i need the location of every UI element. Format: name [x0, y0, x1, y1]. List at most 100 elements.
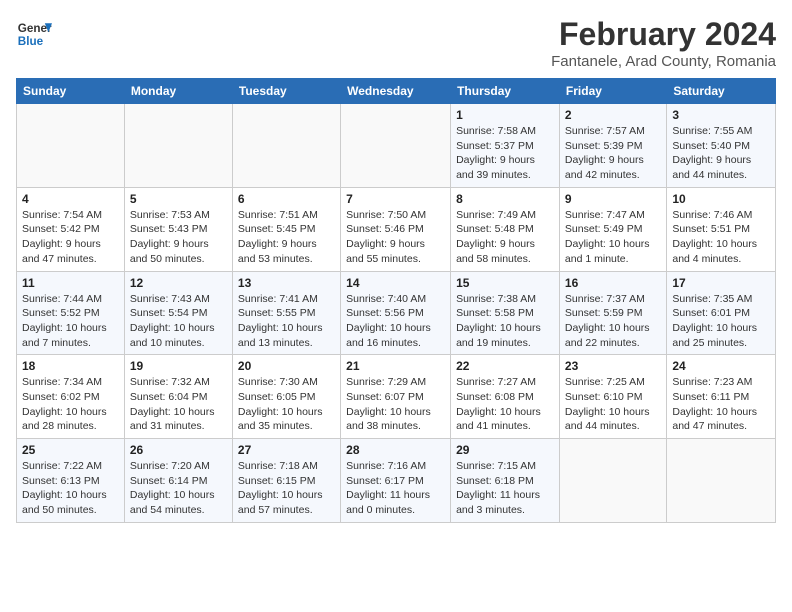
day-number: 18 [22, 359, 119, 373]
day-info: Sunrise: 7:27 AM Sunset: 6:08 PM Dayligh… [456, 375, 554, 434]
calendar-body: 1 Sunrise: 7:58 AM Sunset: 5:37 PM Daylig… [17, 104, 776, 523]
calendar-cell: 10Sunrise: 7:46 AM Sunset: 5:51 PM Dayli… [667, 187, 776, 271]
day-number: 29 [456, 443, 554, 457]
day-info: Sunrise: 7:29 AM Sunset: 6:07 PM Dayligh… [346, 375, 445, 434]
day-number: 15 [456, 276, 554, 290]
calendar-cell: 24Sunrise: 7:23 AM Sunset: 6:11 PM Dayli… [667, 355, 776, 439]
day-number: 5 [130, 192, 227, 206]
weekday-header: Tuesday [232, 79, 340, 104]
day-info: Sunrise: 7:32 AM Sunset: 6:04 PM Dayligh… [130, 375, 227, 434]
calendar-cell [559, 439, 666, 523]
calendar-cell: 19 Sunrise: 7:32 AM Sunset: 6:04 PM Dayli… [124, 355, 232, 439]
day-info: Sunrise: 7:58 AM Sunset: 5:37 PM Dayligh… [456, 124, 554, 183]
day-info: Sunrise: 7:51 AM Sunset: 5:45 PM Dayligh… [238, 208, 335, 267]
day-number: 1 [456, 108, 554, 122]
header: General Blue February 2024 Fantanele, Ar… [16, 16, 776, 70]
calendar-table: SundayMondayTuesdayWednesdayThursdayFrid… [16, 78, 776, 523]
calendar-cell [124, 104, 232, 188]
day-info: Sunrise: 7:34 AM Sunset: 6:02 PM Dayligh… [22, 375, 119, 434]
day-number: 11 [22, 276, 119, 290]
day-info: Sunrise: 7:54 AM Sunset: 5:42 PM Dayligh… [22, 208, 119, 267]
day-info: Sunrise: 7:49 AM Sunset: 5:48 PM Dayligh… [456, 208, 554, 267]
calendar-week-row: 25 Sunrise: 7:22 AM Sunset: 6:13 PM Dayli… [17, 439, 776, 523]
day-number: 25 [22, 443, 119, 457]
day-number: 22 [456, 359, 554, 373]
calendar-cell: 9 Sunrise: 7:47 AM Sunset: 5:49 PM Daylig… [559, 187, 666, 271]
weekday-header: Thursday [451, 79, 560, 104]
calendar-cell: 14Sunrise: 7:40 AM Sunset: 5:56 PM Dayli… [341, 271, 451, 355]
day-number: 3 [672, 108, 770, 122]
calendar-cell [232, 104, 340, 188]
calendar-cell: 22 Sunrise: 7:27 AM Sunset: 6:08 PM Dayli… [451, 355, 560, 439]
weekday-header: Wednesday [341, 79, 451, 104]
day-info: Sunrise: 7:43 AM Sunset: 5:54 PM Dayligh… [130, 292, 227, 351]
calendar-cell: 26Sunrise: 7:20 AM Sunset: 6:14 PM Dayli… [124, 439, 232, 523]
day-info: Sunrise: 7:57 AM Sunset: 5:39 PM Dayligh… [565, 124, 661, 183]
day-number: 7 [346, 192, 445, 206]
day-number: 12 [130, 276, 227, 290]
calendar-header: SundayMondayTuesdayWednesdayThursdayFrid… [17, 79, 776, 104]
day-number: 28 [346, 443, 445, 457]
weekday-header: Saturday [667, 79, 776, 104]
day-info: Sunrise: 7:25 AM Sunset: 6:10 PM Dayligh… [565, 375, 661, 434]
day-info: Sunrise: 7:30 AM Sunset: 6:05 PM Dayligh… [238, 375, 335, 434]
day-number: 9 [565, 192, 661, 206]
day-info: Sunrise: 7:50 AM Sunset: 5:46 PM Dayligh… [346, 208, 445, 267]
calendar-cell [667, 439, 776, 523]
day-number: 8 [456, 192, 554, 206]
calendar-week-row: 11 Sunrise: 7:44 AM Sunset: 5:52 PM Dayli… [17, 271, 776, 355]
calendar-cell [17, 104, 125, 188]
calendar-cell: 3Sunrise: 7:55 AM Sunset: 5:40 PM Daylig… [667, 104, 776, 188]
calendar-cell: 7 Sunrise: 7:50 AM Sunset: 5:46 PM Daylig… [341, 187, 451, 271]
logo-icon: General Blue [16, 16, 52, 52]
calendar-week-row: 1 Sunrise: 7:58 AM Sunset: 5:37 PM Daylig… [17, 104, 776, 188]
svg-text:Blue: Blue [18, 35, 44, 48]
calendar-week-row: 18 Sunrise: 7:34 AM Sunset: 6:02 PM Dayli… [17, 355, 776, 439]
page-title: February 2024 [551, 16, 776, 53]
day-info: Sunrise: 7:47 AM Sunset: 5:49 PM Dayligh… [565, 208, 661, 267]
weekday-header: Sunday [17, 79, 125, 104]
calendar-cell: 2Sunrise: 7:57 AM Sunset: 5:39 PM Daylig… [559, 104, 666, 188]
day-info: Sunrise: 7:41 AM Sunset: 5:55 PM Dayligh… [238, 292, 335, 351]
day-number: 17 [672, 276, 770, 290]
day-number: 19 [130, 359, 227, 373]
day-info: Sunrise: 7:53 AM Sunset: 5:43 PM Dayligh… [130, 208, 227, 267]
calendar-cell: 25 Sunrise: 7:22 AM Sunset: 6:13 PM Dayli… [17, 439, 125, 523]
day-info: Sunrise: 7:23 AM Sunset: 6:11 PM Dayligh… [672, 375, 770, 434]
calendar-cell: 23 Sunrise: 7:25 AM Sunset: 6:10 PM Dayli… [559, 355, 666, 439]
day-number: 13 [238, 276, 335, 290]
calendar-cell [341, 104, 451, 188]
calendar-week-row: 4Sunrise: 7:54 AM Sunset: 5:42 PM Daylig… [17, 187, 776, 271]
calendar-cell: 17Sunrise: 7:35 AM Sunset: 6:01 PM Dayli… [667, 271, 776, 355]
weekday-row: SundayMondayTuesdayWednesdayThursdayFrid… [17, 79, 776, 104]
page-subtitle: Fantanele, Arad County, Romania [551, 53, 776, 70]
calendar-cell: 27Sunrise: 7:18 AM Sunset: 6:15 PM Dayli… [232, 439, 340, 523]
day-info: Sunrise: 7:22 AM Sunset: 6:13 PM Dayligh… [22, 459, 119, 518]
calendar-cell: 6 Sunrise: 7:51 AM Sunset: 5:45 PM Daylig… [232, 187, 340, 271]
calendar-cell: 16Sunrise: 7:37 AM Sunset: 5:59 PM Dayli… [559, 271, 666, 355]
day-number: 21 [346, 359, 445, 373]
title-area: February 2024 Fantanele, Arad County, Ro… [551, 16, 776, 70]
logo: General Blue [16, 16, 52, 52]
calendar-cell: 12 Sunrise: 7:43 AM Sunset: 5:54 PM Dayli… [124, 271, 232, 355]
day-info: Sunrise: 7:38 AM Sunset: 5:58 PM Dayligh… [456, 292, 554, 351]
calendar-cell: 15 Sunrise: 7:38 AM Sunset: 5:58 PM Dayli… [451, 271, 560, 355]
calendar-cell: 4Sunrise: 7:54 AM Sunset: 5:42 PM Daylig… [17, 187, 125, 271]
day-number: 10 [672, 192, 770, 206]
day-number: 23 [565, 359, 661, 373]
day-info: Sunrise: 7:44 AM Sunset: 5:52 PM Dayligh… [22, 292, 119, 351]
day-info: Sunrise: 7:16 AM Sunset: 6:17 PM Dayligh… [346, 459, 445, 518]
calendar-cell: 8 Sunrise: 7:49 AM Sunset: 5:48 PM Daylig… [451, 187, 560, 271]
weekday-header: Friday [559, 79, 666, 104]
calendar-cell: 21 Sunrise: 7:29 AM Sunset: 6:07 PM Dayli… [341, 355, 451, 439]
calendar-cell: 5 Sunrise: 7:53 AM Sunset: 5:43 PM Daylig… [124, 187, 232, 271]
calendar-cell: 11 Sunrise: 7:44 AM Sunset: 5:52 PM Dayli… [17, 271, 125, 355]
day-info: Sunrise: 7:20 AM Sunset: 6:14 PM Dayligh… [130, 459, 227, 518]
calendar-cell: 18 Sunrise: 7:34 AM Sunset: 6:02 PM Dayli… [17, 355, 125, 439]
day-number: 20 [238, 359, 335, 373]
day-number: 6 [238, 192, 335, 206]
calendar-cell: 1 Sunrise: 7:58 AM Sunset: 5:37 PM Daylig… [451, 104, 560, 188]
day-number: 14 [346, 276, 445, 290]
calendar-cell: 20 Sunrise: 7:30 AM Sunset: 6:05 PM Dayli… [232, 355, 340, 439]
calendar-cell: 28 Sunrise: 7:16 AM Sunset: 6:17 PM Dayli… [341, 439, 451, 523]
